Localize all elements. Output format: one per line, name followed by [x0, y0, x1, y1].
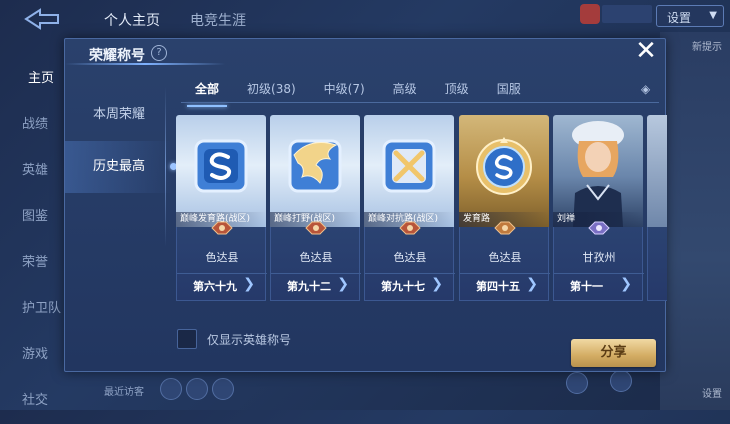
dropdown-label: 设置 — [667, 11, 692, 25]
gold-emblem-icon — [476, 137, 532, 195]
top-nav-item[interactable]: 电竞生涯 — [190, 10, 246, 30]
side-nav-item[interactable]: 主页 — [0, 56, 66, 102]
settings-dropdown[interactable]: 设置 ▼ — [656, 5, 724, 27]
side-tabs: 本周荣耀 历史最高 — [65, 89, 177, 193]
card-rank: 第九十二 — [287, 280, 331, 293]
question-icon[interactable]: ? — [151, 45, 167, 61]
right-label[interactable]: 设置 — [702, 385, 722, 400]
rank-row[interactable]: 第六十九 ❯ — [177, 273, 267, 295]
card-rank: 第六十九 — [193, 280, 237, 293]
side-nav-item[interactable]: 荣誉 — [0, 240, 66, 286]
card-image — [647, 115, 667, 227]
card-image — [553, 115, 643, 227]
share-button[interactable]: 分享 — [571, 339, 656, 367]
side-nav-item[interactable]: 游戏 — [0, 332, 66, 378]
card-region: 色达县 — [299, 251, 333, 264]
title-cards: 巅峰发育路(战区) 色达县 第六十九 ❯ 巅峰打野(战区) 色达县 第九十二 ❯… — [176, 115, 667, 301]
side-nav-item[interactable]: 护卫队 — [0, 286, 66, 332]
card-image — [364, 115, 454, 227]
card-region: 色达县 — [488, 251, 522, 264]
card-info: 色达县 第六十九 ❯ — [176, 221, 267, 301]
card-region: 甘孜州 — [582, 251, 616, 264]
rank-badge-icon — [494, 221, 516, 235]
card-rank: 第十一 — [570, 280, 603, 293]
title-card[interactable] — [647, 115, 667, 301]
card-info: 色达县 第九十七 ❯ — [364, 221, 455, 301]
dialog-title: 荣耀称号 — [89, 48, 145, 64]
side-nav-item[interactable]: 图鉴 — [0, 194, 66, 240]
right-label: 新提示 — [692, 42, 722, 53]
rank-badge-icon — [399, 221, 421, 235]
side-nav-item[interactable]: 战绩 — [0, 102, 66, 148]
card-info: 色达县 第四十五 ❯ — [459, 221, 550, 301]
tabs-divider — [181, 102, 659, 103]
close-icon[interactable]: ✕ — [634, 38, 658, 64]
side-nav: 主页 战绩 英雄 图鉴 荣誉 护卫队 游戏 社交 — [0, 56, 66, 424]
card-info — [647, 227, 667, 301]
title-card[interactable]: 发育路 色达县 第四十五 ❯ — [459, 115, 550, 301]
title-card[interactable]: 巅峰对抗路(战区) 色达县 第九十七 ❯ — [364, 115, 455, 301]
card-rank: 第四十五 — [476, 280, 520, 293]
rank-row[interactable]: 第十一 ❯ — [554, 273, 644, 295]
card-image — [270, 115, 360, 227]
top-nav-item[interactable]: 个人主页 — [104, 10, 160, 30]
side-tab-history[interactable]: 历史最高 — [65, 141, 177, 193]
visitor-avatar[interactable] — [212, 378, 234, 400]
title-underline — [65, 63, 225, 65]
card-region: 色达县 — [205, 251, 239, 264]
card-image — [176, 115, 266, 227]
title-card[interactable]: 刘禅 甘孜州 第十一 ❯ — [553, 115, 644, 301]
top-nav: 个人主页 电竞生涯 — [104, 10, 246, 30]
rank-row[interactable]: 第九十七 ❯ — [365, 273, 455, 295]
notice-banner — [602, 5, 652, 23]
rank-row[interactable]: 第九十二 ❯ — [271, 273, 361, 295]
chevron-right-icon[interactable]: ❯ — [526, 276, 538, 292]
card-info: 色达县 第九十二 ❯ — [270, 221, 361, 301]
home-icon[interactable] — [566, 372, 588, 394]
title-card[interactable]: 巅峰发育路(战区) 色达县 第六十九 ❯ — [176, 115, 267, 301]
dragon-icon — [288, 139, 342, 193]
chevron-right-icon[interactable]: ❯ — [337, 276, 349, 292]
hero-portrait — [572, 121, 624, 227]
rank-badge-icon — [305, 221, 327, 235]
right-side-panel — [660, 32, 730, 410]
rank-badge-icon — [211, 221, 233, 235]
side-nav-item[interactable]: 社交 — [0, 378, 66, 424]
checkbox-label: 仅显示英雄称号 — [207, 333, 292, 347]
play-icon[interactable] — [610, 370, 632, 392]
avatar[interactable] — [580, 4, 600, 24]
back-arrow-icon[interactable] — [22, 8, 62, 30]
card-image — [459, 115, 549, 227]
chevron-right-icon[interactable]: ❯ — [431, 276, 443, 292]
card-rank: 第九十七 — [381, 280, 425, 293]
more-tabs-icon[interactable]: ◈ — [641, 82, 650, 96]
side-nav-item[interactable]: 英雄 — [0, 148, 66, 194]
chevron-down-icon: ▼ — [709, 10, 717, 21]
card-info: 甘孜州 第十一 ❯ — [553, 221, 644, 301]
title-card[interactable]: 巅峰打野(战区) 色达县 第九十二 ❯ — [270, 115, 361, 301]
chevron-right-icon[interactable]: ❯ — [243, 276, 255, 292]
recent-visitors-label: 最近访客 — [104, 387, 144, 398]
hero-title-filter-checkbox[interactable] — [177, 329, 197, 349]
crossed-swords-icon — [382, 139, 436, 193]
visitor-avatar[interactable] — [160, 378, 182, 400]
chevron-right-icon[interactable]: ❯ — [620, 276, 632, 292]
s-shield-icon — [194, 139, 248, 193]
rank-row[interactable]: 第四十五 ❯ — [460, 273, 550, 295]
honor-title-dialog: 荣耀称号 ? 本周荣耀 历史最高 全部 初级(38) 中级(7) 高级 顶级 国… — [64, 38, 667, 372]
card-region: 色达县 — [393, 251, 427, 264]
visitor-avatar[interactable] — [186, 378, 208, 400]
rank-badge-icon — [588, 221, 610, 235]
side-tab-weekly[interactable]: 本周荣耀 — [65, 89, 173, 141]
